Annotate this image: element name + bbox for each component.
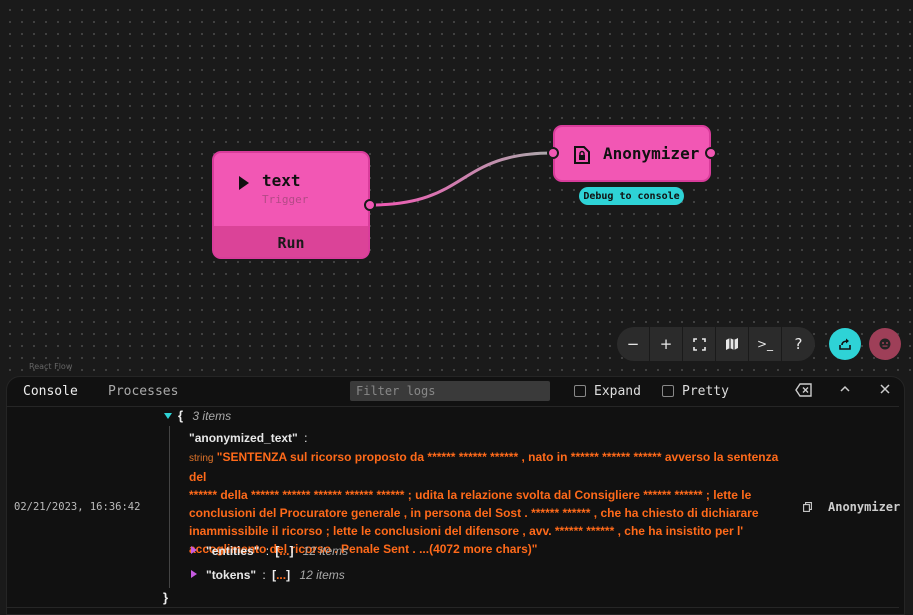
close-brace: } [163, 590, 169, 605]
run-button[interactable]: Run [214, 226, 368, 257]
entities-count: 12 items [302, 544, 349, 558]
text-node-title: text [262, 171, 301, 190]
pretty-checkbox[interactable] [662, 385, 674, 397]
expand-label: Expand [594, 384, 641, 399]
copy-icon[interactable] [803, 502, 812, 512]
text-trigger-node[interactable]: text Trigger Run [212, 151, 370, 259]
share-icon [839, 338, 851, 350]
close-icon [880, 384, 890, 394]
flow-controls: − + >_ ? [617, 327, 815, 361]
anonymized-line-1: "SENTENZA sul ricorso proposto da ******… [189, 450, 779, 484]
locked-document-icon [574, 146, 590, 164]
zoom-in-button[interactable]: + [650, 327, 683, 361]
anonymizer-output-handle[interactable] [705, 147, 717, 159]
collapse-panel-button[interactable] [839, 383, 851, 399]
json-root-open: { 3 items [178, 408, 231, 423]
debug-to-console-badge[interactable]: Debug to console [579, 187, 684, 205]
chevron-up-icon [840, 385, 850, 392]
entities-ellipsis[interactable]: ... [279, 544, 289, 558]
value-type-label: string [189, 453, 214, 464]
anonymized-text-key-row: "anonymized_text" : [189, 431, 307, 445]
terminal-button[interactable]: >_ [749, 327, 782, 361]
console-row-divider [6, 406, 899, 407]
log-timestamp: 02/21/2023, 16:36:42 [14, 501, 141, 513]
react-flow-attribution[interactable]: React Flow [29, 362, 72, 371]
map-icon [726, 338, 738, 350]
json-tree-guide [169, 426, 170, 588]
tab-console[interactable]: Console [23, 384, 78, 399]
anonymizer-input-handle[interactable] [547, 147, 559, 159]
tokens-ellipsis[interactable]: ... [276, 568, 286, 582]
close-panel-button[interactable] [879, 383, 891, 399]
anonymized-text-value: string "SENTENZA sul ricorso proposto da… [189, 448, 789, 558]
anonymizer-node-title: Anonymizer [603, 144, 700, 163]
tokens-count: 12 items [299, 568, 345, 582]
text-node-output-handle[interactable] [364, 199, 376, 211]
tokens-key: "tokens" [206, 568, 257, 582]
play-icon[interactable] [239, 176, 249, 190]
minimap-button[interactable] [716, 327, 749, 361]
anonymizer-node[interactable]: Anonymizer [553, 125, 711, 182]
fit-view-button[interactable] [683, 327, 716, 361]
anonymized-line-4: inammissibile il ricorso ; lette le conc… [189, 524, 744, 538]
help-button[interactable]: ? [782, 327, 815, 361]
zoom-out-button[interactable]: − [617, 327, 650, 361]
expand-entities-toggle[interactable] [191, 546, 197, 554]
log-source-node[interactable]: Anonymizer [828, 500, 900, 514]
fit-view-icon [692, 337, 706, 351]
tokens-close-bracket: ] [286, 568, 291, 582]
text-node-header[interactable]: text Trigger [214, 153, 368, 226]
flow-canvas[interactable] [0, 0, 913, 378]
anonymized-line-3: conclusioni del Procuratore generale , i… [189, 506, 759, 520]
backspace-icon [795, 383, 812, 397]
user-avatar[interactable] [869, 328, 901, 360]
open-brace: { [178, 408, 184, 423]
pretty-label: Pretty [682, 384, 729, 399]
collapse-object-toggle[interactable] [164, 413, 172, 419]
entities-key: "entities" [206, 544, 260, 558]
expand-checkbox[interactable] [574, 385, 586, 397]
tab-processes[interactable]: Processes [108, 384, 178, 399]
tokens-row[interactable]: "tokens" : [...] 12 items [206, 568, 345, 582]
root-item-count: 3 items [192, 409, 232, 423]
share-button[interactable] [829, 328, 861, 360]
anonymized-text-key: "anonymized_text" [189, 431, 298, 445]
entities-close-bracket: ] [289, 544, 294, 558]
entities-colon: : [265, 544, 270, 558]
text-node-subtitle: Trigger [262, 193, 309, 206]
filter-logs-input[interactable] [350, 381, 550, 401]
robot-face-icon [879, 338, 891, 350]
clear-logs-button[interactable] [795, 383, 813, 401]
key-colon: : [304, 431, 308, 445]
anonymized-line-2: ****** della ****** ****** ****** ******… [189, 488, 752, 502]
console-row-divider-bottom [6, 607, 899, 608]
expand-tokens-toggle[interactable] [191, 570, 197, 578]
tokens-colon: : [262, 568, 266, 582]
entities-row[interactable]: "entities" : [...] 12 items [206, 544, 348, 558]
